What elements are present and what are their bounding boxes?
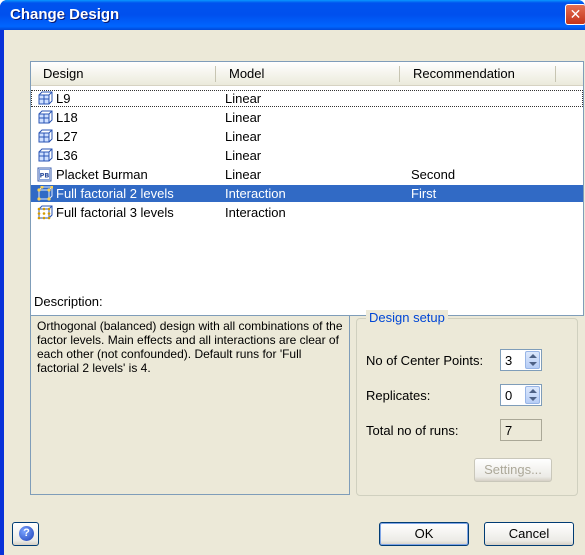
list-header: Design Model Recommendation [31,62,583,86]
grid-cube-icon [38,129,53,143]
factorial-3-icon [37,205,53,220]
list-item-selected[interactable]: Full factorial 2 levels Interaction Firs… [31,185,583,202]
spin-buttons[interactable] [525,386,540,404]
spin-up-icon[interactable] [529,389,537,393]
total-runs-value: 7 [500,419,542,441]
settings-button[interactable]: Settings... [474,458,552,482]
description-text: Orthogonal (balanced) design with all co… [30,315,350,495]
center-points-stepper[interactable]: 3 [500,349,542,371]
model-name: Interaction [225,205,286,220]
svg-text:PB: PB [40,172,50,180]
grid-cube-icon [38,110,53,124]
column-header-recommendation[interactable]: Recommendation [405,62,555,85]
replicates-value[interactable]: 0 [505,388,512,403]
description-label: Description: [34,294,103,309]
design-name: Full factorial 2 levels [56,186,174,201]
model-name: Linear [225,129,262,144]
dialog-body: Design Model Recommendation L9 Linear L1… [4,30,585,555]
factorial-2-icon [37,186,53,201]
list-item[interactable]: L36 Linear [31,147,583,164]
design-name: Full factorial 3 levels [56,205,174,220]
center-points-label: No of Center Points: [366,353,484,368]
column-header-model[interactable]: Model [221,62,399,85]
design-name: Placket Burman [56,167,148,182]
spin-down-icon[interactable] [529,397,537,401]
cancel-button[interactable]: Cancel [484,522,574,546]
total-runs-label: Total no of runs: [366,423,459,438]
list-item[interactable]: PB Placket Burman Linear Second [31,166,583,183]
grid-cube-icon [38,91,53,105]
replicates-label: Replicates: [366,388,431,403]
list-item[interactable]: L27 Linear [31,128,583,145]
spin-down-icon[interactable] [529,362,537,366]
design-name: L9 [56,91,71,106]
design-setup-legend: Design setup [366,310,448,325]
close-button[interactable]: ✕ [565,4,585,25]
pb-badge-icon: PB [37,167,52,182]
model-name: Linear [225,110,262,125]
column-header-design[interactable]: Design [35,62,215,85]
model-name: Linear [225,167,262,182]
list-item[interactable]: L18 Linear [31,109,583,126]
window-title: Change Design [10,6,120,23]
design-name: L36 [56,148,78,163]
model-name: Linear [225,91,262,106]
spin-up-icon[interactable] [529,354,537,358]
grid-cube-icon [38,148,53,162]
model-name: Linear [225,148,262,163]
spin-buttons[interactable] [525,351,540,369]
help-icon: ? [19,526,34,541]
design-list[interactable]: Design Model Recommendation L9 Linear L1… [30,61,584,316]
replicates-stepper[interactable]: 0 [500,384,542,406]
model-name: Interaction [225,186,286,201]
list-item[interactable]: Full factorial 3 levels Interaction [31,204,583,221]
recommendation: First [411,186,437,201]
ok-button[interactable]: OK [379,522,469,546]
design-name: L18 [56,110,78,125]
list-item[interactable]: L9 Linear [31,90,583,107]
center-points-value[interactable]: 3 [505,353,512,368]
change-design-window: Change Design ✕ Design Model Recommendat… [0,0,585,555]
title-bar[interactable]: Change Design ✕ [0,0,585,30]
recommendation: Second [411,167,456,182]
design-name: L27 [56,129,78,144]
help-button[interactable]: ? [12,522,39,546]
